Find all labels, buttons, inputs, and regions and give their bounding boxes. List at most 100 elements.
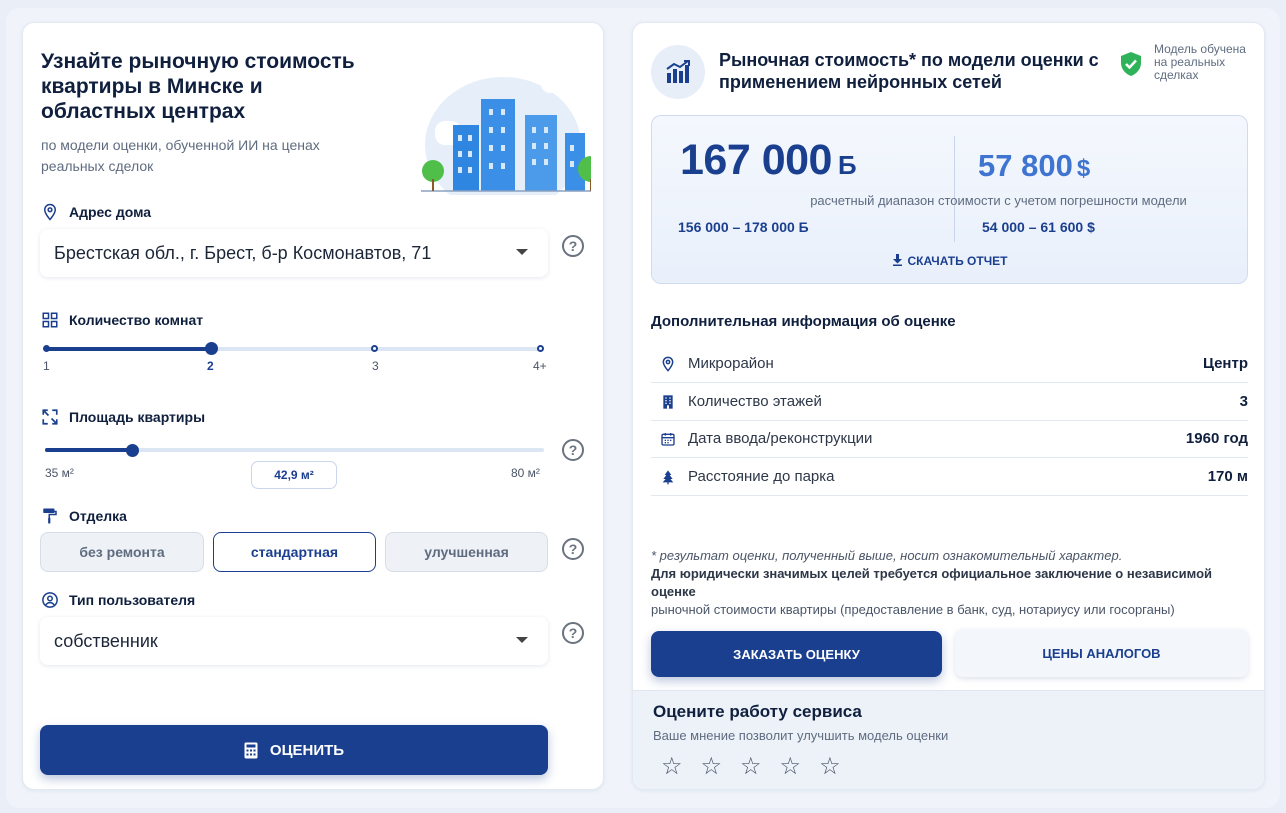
download-report-label: СКАЧАТЬ ОТЧЕТ: [907, 254, 1008, 268]
rooms-tick-4: 4+: [533, 359, 547, 373]
disclaimer: * результат оценки, полученный выше, нос…: [651, 547, 1251, 619]
info-value: 170 м: [1207, 468, 1248, 485]
byn-currency-sign: Ƃ: [837, 150, 857, 180]
star-icon-2[interactable]: ☆: [701, 755, 723, 779]
star-icon-1[interactable]: ☆: [661, 755, 683, 779]
valuation-form-card: Узнайте рыночную стоимость квартиры в Ми…: [22, 22, 604, 790]
info-row-floors: Количество этажей 3: [651, 383, 1248, 421]
price-byn: 167 000 Ƃ: [680, 136, 857, 185]
disclaimer-bold: Для юридически значимых целей требуется …: [651, 566, 1213, 599]
address-label: Адрес дома: [69, 204, 152, 220]
disclaimer-rest: рыночной стоимости квартиры (предоставле…: [651, 602, 1175, 617]
order-valuation-button[interactable]: ЗАКАЗАТЬ ОЦЕНКУ: [651, 631, 942, 677]
growth-chart-icon: [666, 60, 690, 83]
rooms-slider-knob[interactable]: [205, 342, 218, 355]
info-value: 3: [1239, 393, 1248, 410]
rooms-slider-fill: [45, 347, 212, 351]
rooms-label-row: Количество комнат: [41, 311, 203, 329]
info-value: Центр: [1202, 355, 1248, 372]
address-select[interactable]: Брестская обл., г. Брест, б-р Космонавто…: [40, 229, 548, 277]
price-divider: [954, 136, 955, 242]
rooms-label: Количество комнат: [69, 312, 204, 328]
area-slider-knob[interactable]: [126, 444, 140, 457]
info-label: Дата ввода/реконструкции: [688, 430, 873, 447]
price-usd: 57 800 $: [978, 148, 1090, 184]
finish-help-icon[interactable]: ?: [562, 538, 584, 560]
area-max-label: 80 м²: [511, 466, 540, 480]
chart-icon-wrapper: [651, 45, 705, 99]
address-help-icon[interactable]: ?: [562, 235, 584, 257]
rooms-tick-3: 3: [372, 359, 379, 373]
rating-subtitle: Ваше мнение позволит улучшить модель оце…: [653, 728, 949, 743]
location-pin-icon: [43, 203, 57, 221]
download-report-link[interactable]: СКАЧАТЬ ОТЧЕТ: [652, 254, 1247, 268]
estimate-button-label: ОЦЕНИТЬ: [269, 741, 345, 759]
user-type-help-icon[interactable]: ?: [562, 622, 584, 644]
range-caption: расчетный диапазон стоимости с учетом по…: [810, 193, 1187, 208]
order-button-label: ЗАКАЗАТЬ ОЦЕНКУ: [733, 646, 860, 662]
paint-roller-icon: [43, 508, 57, 524]
analogs-button-label: ЦЕНЫ АНАЛОГОВ: [1042, 645, 1161, 661]
grid-icon: [42, 312, 58, 328]
user-type-label-row: Тип пользователя: [41, 591, 195, 609]
area-slider-fill: [45, 448, 133, 452]
star-icon-4[interactable]: ☆: [780, 755, 802, 779]
range-byn: 156 000 – 178 000 Ƃ: [678, 219, 809, 235]
info-value: 1960 год: [1185, 430, 1248, 447]
chevron-down-icon: [516, 637, 528, 643]
user-circle-icon: [42, 592, 58, 608]
calculator-icon: [244, 742, 258, 758]
disclaimer-note: * результат оценки, полученный выше, нос…: [651, 548, 1123, 563]
estimate-button[interactable]: ОЦЕНИТЬ: [40, 725, 548, 775]
expand-arrows-icon: [42, 409, 58, 425]
info-label: Количество этажей: [688, 393, 822, 410]
user-type-label: Тип пользователя: [69, 592, 196, 608]
star-icon-5[interactable]: ☆: [819, 755, 841, 779]
finish-label-row: Отделка: [41, 507, 127, 525]
info-row-park-distance: Расстояние до парка 170 м: [651, 458, 1248, 496]
analog-prices-button[interactable]: ЦЕНЫ АНАЛОГОВ: [955, 629, 1248, 677]
finish-option-improved[interactable]: улучшенная: [385, 532, 548, 572]
area-label-row: Площадь квартиры: [41, 408, 205, 426]
rooms-stop-4[interactable]: [537, 345, 544, 352]
location-pin-icon: [662, 356, 674, 372]
price-byn-value: 167 000: [680, 136, 832, 184]
area-label: Площадь квартиры: [69, 409, 206, 425]
rating-title: Оцените работу сервиса: [653, 702, 862, 721]
finish-option-no-repair[interactable]: без ремонта: [40, 532, 204, 572]
download-icon: [892, 254, 902, 266]
info-title: Дополнительная информация об оценке: [651, 313, 956, 330]
valuation-result-card: Рыночная стоимость* по модели оценки с п…: [632, 22, 1265, 790]
info-label: Микрорайон: [688, 355, 774, 372]
rooms-stop-1[interactable]: [43, 345, 50, 352]
result-title: Рыночная стоимость* по модели оценки с п…: [719, 50, 1099, 92]
chevron-down-icon: [516, 249, 528, 255]
address-label-row: Адрес дома: [41, 203, 151, 221]
calendar-icon: [661, 432, 675, 446]
form-subtitle: по модели оценки, обученной ИИ на ценах …: [41, 137, 320, 174]
shield-check-icon: [1121, 52, 1141, 76]
price-usd-value: 57 800: [978, 148, 1073, 183]
finish-label: Отделка: [69, 508, 127, 524]
area-help-icon[interactable]: ?: [562, 439, 584, 461]
area-value-badge: 42,9 м²: [251, 461, 337, 489]
building-icon: [663, 394, 673, 409]
area-min-label: 35 м²: [45, 466, 74, 480]
rooms-stop-3[interactable]: [371, 345, 378, 352]
rating-section: Оцените работу сервиса Ваше мнение позво…: [633, 690, 1264, 789]
rooms-tick-2: 2: [207, 359, 214, 373]
user-type-select[interactable]: собственник: [40, 617, 548, 665]
usd-currency-sign: $: [1076, 155, 1091, 182]
form-title: Узнайте рыночную стоимость квартиры в Ми…: [41, 50, 355, 123]
info-label: Расстояние до парка: [688, 468, 835, 485]
user-type-value: собственник: [54, 630, 158, 651]
model-trained-note: Модель обучена на реальных сделках: [1154, 42, 1246, 82]
finish-option-standard[interactable]: стандартная: [213, 532, 376, 572]
star-icon-3[interactable]: ☆: [740, 755, 762, 779]
address-value: Брестская обл., г. Брест, б-р Космонавто…: [54, 242, 432, 263]
info-row-build-date: Дата ввода/реконструкции 1960 год: [651, 420, 1248, 458]
city-buildings-illustration: [421, 75, 591, 195]
range-usd: 54 000 – 61 600 $: [982, 219, 1095, 235]
info-row-district: Микрорайон Центр: [651, 345, 1248, 383]
price-panel: 167 000 Ƃ 57 800 $ расчетный диапазон стои…: [651, 115, 1248, 284]
